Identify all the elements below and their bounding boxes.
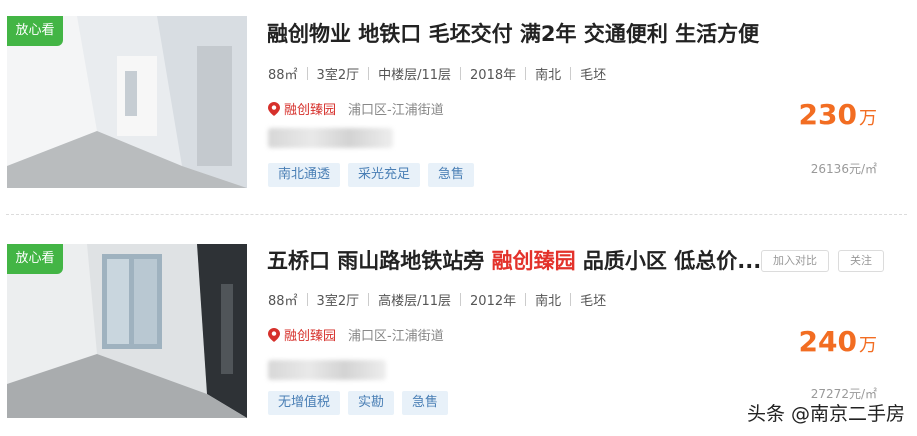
separator (368, 293, 370, 306)
attr-orientation: 南北 (535, 294, 562, 309)
attr-layout: 3室2厅 (316, 294, 360, 309)
tag: 采光充足 (348, 163, 421, 187)
attr-year: 2018年 (470, 68, 517, 83)
tag-list: 无增值税 实勘 急售 (268, 391, 456, 415)
location-pin-icon (268, 327, 280, 342)
listing-divider (6, 214, 907, 215)
separator (306, 67, 308, 80)
listing-location: 融创臻园 浦口区-江浦街道 (268, 325, 444, 344)
source-watermark: 头条 @南京二手房 (746, 403, 905, 425)
community-link[interactable]: 融创臻园 (284, 325, 336, 344)
separator (525, 293, 527, 306)
badge-fangxinkan: 放心看 (7, 16, 63, 46)
tag: 南北通透 (268, 163, 341, 187)
attr-year: 2012年 (470, 294, 517, 309)
attr-floor: 中楼层/11层 (378, 68, 452, 83)
attr-orientation: 南北 (535, 68, 562, 83)
title-highlight: 融创臻园 (491, 249, 576, 273)
tag: 急售 (428, 163, 475, 187)
listing-attributes: 88㎡ 3室2厅 中楼层/11层 2018年 南北 毛坯 (268, 64, 606, 83)
attr-area: 88㎡ (268, 294, 298, 309)
badge-fangxinkan: 放心看 (7, 244, 63, 274)
separator (306, 293, 308, 306)
attr-area: 88㎡ (268, 68, 298, 83)
separator (525, 67, 527, 80)
separator (460, 293, 462, 306)
total-price: 230 万 (799, 98, 877, 131)
price-unit: 万 (859, 335, 877, 356)
listing-title[interactable]: 五桥口 雨山路地铁站旁 融创臻园 品质小区 低总价... (267, 245, 761, 275)
unit-price: 26136元/㎡ (810, 162, 877, 176)
listing-location: 融创臻园 浦口区-江浦街道 (268, 99, 444, 118)
listing-title[interactable]: 融创物业 地铁口 毛坯交付 满2年 交通便利 生活方便 (267, 18, 759, 48)
location-pin-icon (268, 101, 280, 116)
blurred-agent-info (268, 360, 386, 380)
title-suffix: 品质小区 低总价... (575, 249, 762, 273)
tag: 实勘 (348, 391, 395, 415)
attr-layout: 3室2厅 (316, 68, 360, 83)
separator (570, 67, 572, 80)
title-prefix: 五桥口 雨山路地铁站旁 (267, 249, 492, 273)
price-number: 230 (798, 98, 857, 131)
separator (460, 67, 462, 80)
listing-photo[interactable]: 放心看 (7, 16, 247, 188)
follow-button[interactable]: 关注 (838, 250, 884, 272)
price-unit: 万 (859, 108, 877, 129)
attr-decoration: 毛坯 (580, 68, 607, 83)
tag-list: 南北通透 采光充足 急售 (268, 163, 482, 187)
tag: 无增值税 (268, 391, 341, 415)
price-number: 240 (798, 325, 857, 358)
attr-decoration: 毛坯 (580, 294, 607, 309)
tag: 急售 (402, 391, 449, 415)
total-price: 240 万 (799, 325, 877, 358)
community-link[interactable]: 融创臻园 (284, 99, 336, 118)
district-text: 浦口区-江浦街道 (348, 103, 444, 118)
separator (570, 293, 572, 306)
attr-floor: 高楼层/11层 (378, 294, 452, 309)
listing-attributes: 88㎡ 3室2厅 高楼层/11层 2012年 南北 毛坯 (268, 290, 606, 309)
add-to-compare-button[interactable]: 加入对比 (761, 250, 829, 272)
blurred-agent-info (268, 128, 393, 148)
listing-photo[interactable]: 放心看 (7, 244, 247, 418)
district-text: 浦口区-江浦街道 (348, 329, 444, 344)
listing-card[interactable]: 放心看 融创物业 地铁口 毛坯交付 满2年 交通便利 生活方便 88㎡ 3室2厅… (0, 0, 917, 200)
separator (368, 67, 370, 80)
